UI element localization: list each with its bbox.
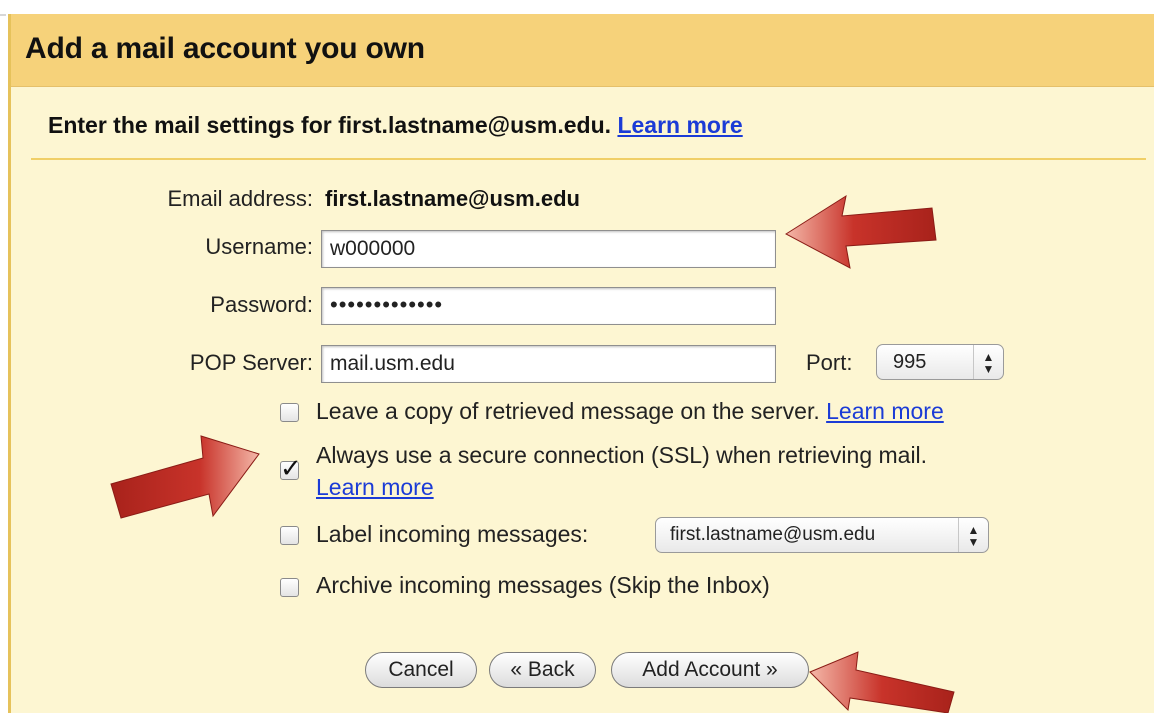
archive-incoming-checkbox[interactable] — [280, 578, 299, 597]
ssl-label: Always use a secure connection (SSL) whe… — [316, 442, 928, 468]
port-value: 995 — [893, 351, 927, 373]
username-input[interactable]: w000000 — [321, 230, 776, 268]
add-mail-account-dialog: Add a mail account you own Enter the mai… — [8, 14, 1154, 713]
leave-copy-option: Leave a copy of retrieved message on the… — [316, 398, 944, 425]
select-arrows-icon: ▲ ▼ — [973, 345, 1003, 379]
port-label: Port: — [806, 350, 853, 375]
email-address-value: first.lastname@usm.edu — [325, 186, 580, 211]
label-incoming-label: Label incoming messages: — [316, 521, 589, 547]
email-address-label: Email address: — [167, 186, 313, 211]
ssl-learn-more-row: Learn more — [316, 474, 434, 501]
label-incoming-select[interactable]: first.lastname@usm.edu ▲ ▼ — [655, 517, 989, 553]
pop-server-value: mail.usm.edu — [330, 352, 455, 375]
ssl-checkbox[interactable]: ✓ — [280, 453, 302, 483]
dialog-title: Add a mail account you own — [25, 32, 425, 65]
pop-server-label: POP Server: — [189, 350, 313, 375]
port-select[interactable]: 995 ▲ ▼ — [876, 344, 1004, 380]
subheading-text: Enter the mail settings for first.lastna… — [48, 112, 612, 138]
dialog-subheading: Enter the mail settings for first.lastna… — [48, 112, 743, 139]
dialog-titlebar: Add a mail account you own — [11, 14, 1154, 87]
archive-incoming-label: Archive incoming messages (Skip the Inbo… — [316, 572, 770, 598]
username-value: w000000 — [330, 237, 416, 260]
annotation-arrow-ssl-icon — [110, 435, 260, 519]
label-incoming-value: first.lastname@usm.edu — [670, 524, 876, 545]
add-account-button[interactable]: Add Account » — [611, 652, 809, 688]
annotation-arrow-add-account-icon — [809, 651, 955, 713]
checkmark-icon: ✓ — [280, 453, 302, 483]
leave-copy-checkbox[interactable] — [280, 403, 299, 422]
password-label: Password: — [210, 292, 313, 317]
select-arrows-icon: ▲ ▼ — [958, 518, 988, 552]
learn-more-link-leave-copy[interactable]: Learn more — [826, 398, 944, 424]
password-mask: ••••••••••••• — [330, 292, 444, 317]
divider — [31, 158, 1146, 160]
password-input[interactable]: ••••••••••••• — [321, 287, 776, 325]
ssl-option: Always use a secure connection (SSL) whe… — [316, 442, 927, 469]
pop-server-input[interactable]: mail.usm.edu — [321, 345, 776, 383]
leave-copy-label: Leave a copy of retrieved message on the… — [316, 398, 820, 424]
learn-more-link-header[interactable]: Learn more — [617, 112, 742, 138]
learn-more-link-ssl[interactable]: Learn more — [316, 474, 434, 500]
annotation-arrow-username-icon — [785, 194, 937, 269]
cancel-button[interactable]: Cancel — [365, 652, 477, 688]
username-label: Username: — [205, 234, 313, 259]
back-button[interactable]: « Back — [489, 652, 596, 688]
label-incoming-checkbox[interactable] — [280, 526, 299, 545]
